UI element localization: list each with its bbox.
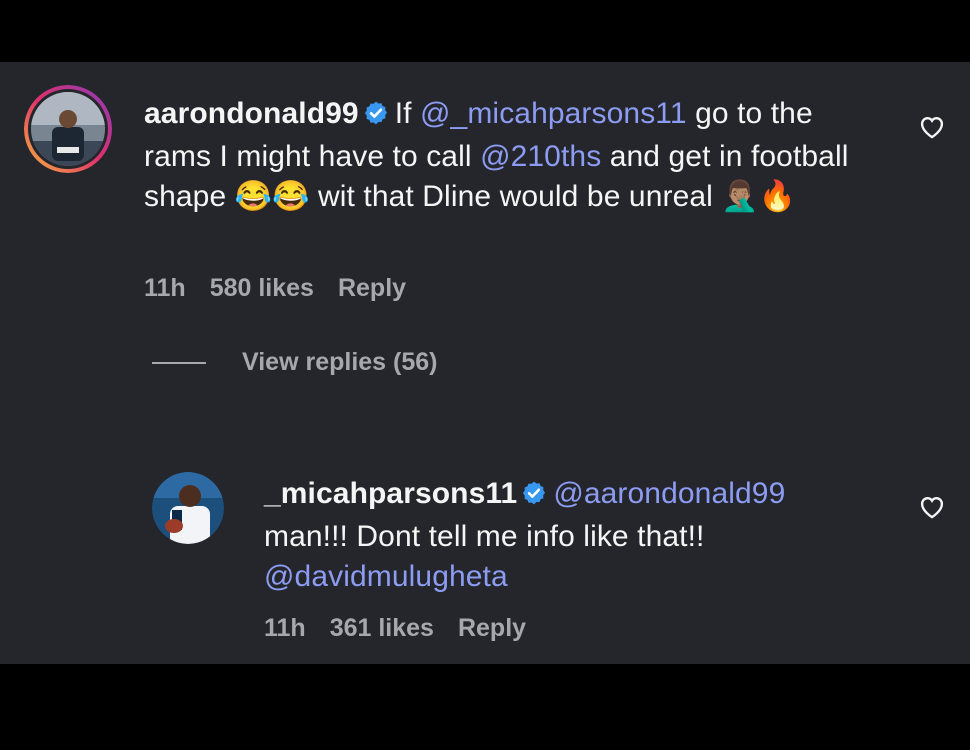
comment-username[interactable]: _micahparsons11 (264, 477, 517, 510)
comment-1-meta: 11h 580 likes Reply (144, 274, 430, 303)
avatar-micahparsons11[interactable] (152, 472, 224, 544)
comment-2: _micahparsons11 @aarondonald99 man!!! Don… (264, 474, 864, 597)
mention-link[interactable]: @_micahparsons11 (420, 97, 687, 130)
verified-badge-icon (521, 477, 547, 517)
story-ring-icon (24, 85, 112, 173)
reply-button[interactable]: Reply (458, 614, 526, 642)
mention-link[interactable]: @aarondonald99 (553, 477, 785, 510)
like-heart-icon[interactable] (918, 113, 946, 144)
profile-photo-icon (152, 472, 224, 544)
avatar-aarondonald99[interactable] (24, 85, 112, 173)
likes-count[interactable]: 361 likes (330, 614, 434, 642)
comment-time: 11h (144, 274, 186, 302)
comment-2-meta: 11h 361 likes Reply (264, 614, 550, 643)
view-replies-label: View replies (56) (242, 348, 438, 376)
mention-link[interactable]: @210ths (480, 140, 601, 173)
divider-line (152, 361, 206, 364)
reply-button[interactable]: Reply (338, 274, 406, 302)
like-heart-icon[interactable] (918, 493, 946, 524)
comment-username[interactable]: aarondonald99 (144, 97, 359, 130)
mention-link[interactable]: @davidmulugheta (264, 560, 508, 593)
comment-1: aarondonald99 If @_micahparsons11 go to t… (144, 94, 864, 217)
comment-time: 11h (264, 614, 306, 642)
likes-count[interactable]: 580 likes (210, 274, 314, 302)
comment-text-part: man!!! Dont tell me info like that!! (264, 520, 705, 553)
comment-text-part: If (394, 97, 420, 130)
verified-badge-icon (363, 97, 389, 137)
view-replies-button[interactable]: View replies (56) (152, 348, 437, 377)
